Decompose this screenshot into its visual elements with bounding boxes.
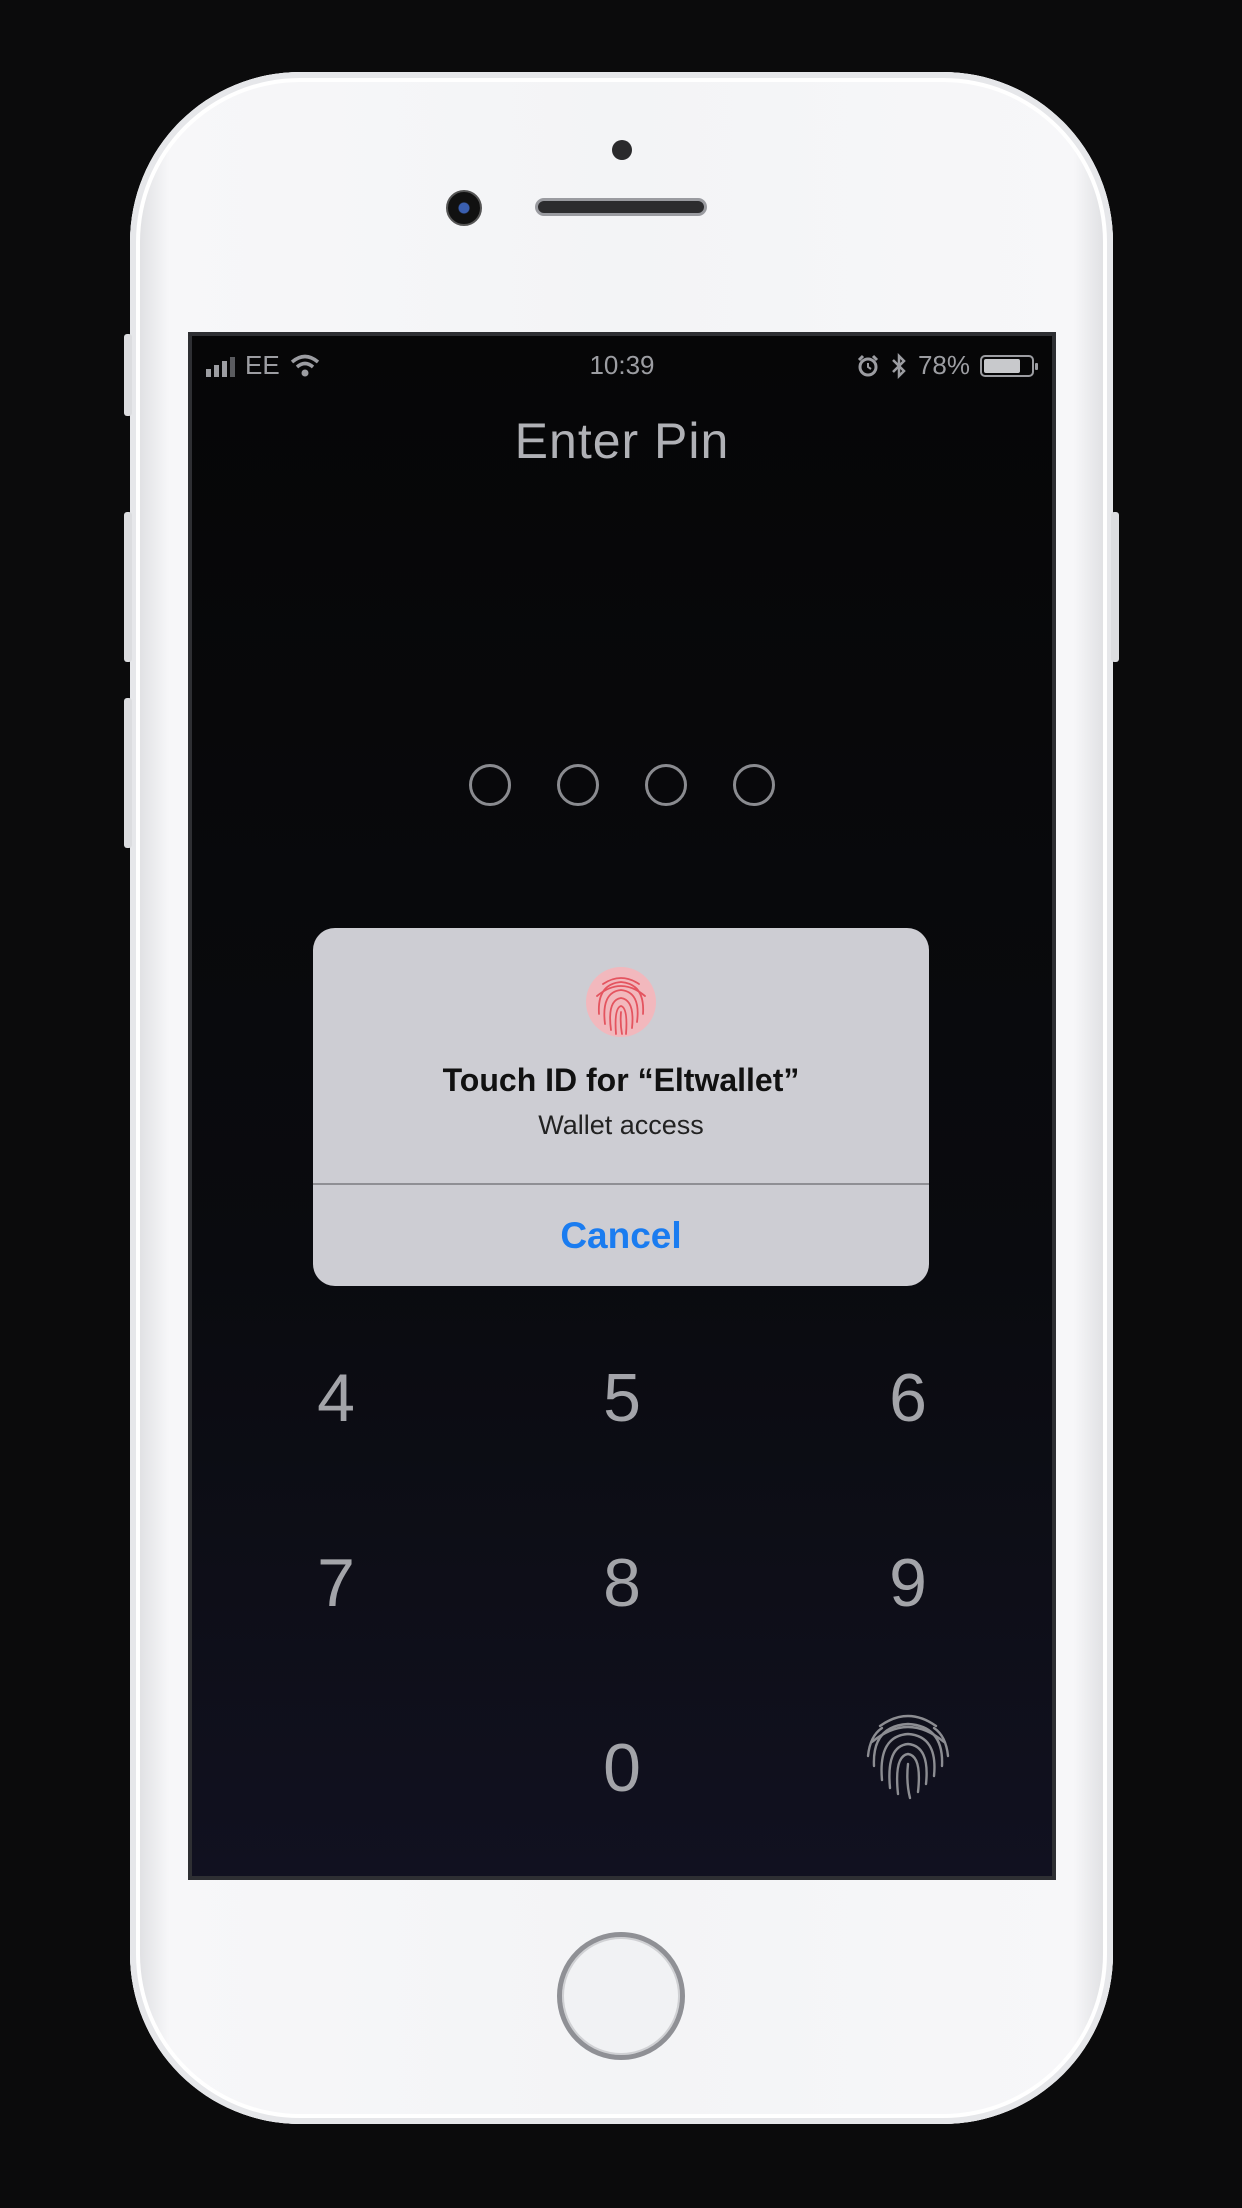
volume-up-button — [124, 512, 132, 662]
pin-indicator — [192, 764, 1052, 806]
pin-dot — [469, 764, 511, 806]
key-8[interactable]: 8 — [562, 1533, 682, 1633]
cancel-button[interactable]: Cancel — [313, 1185, 929, 1286]
pin-dot — [733, 764, 775, 806]
battery-icon — [980, 354, 1038, 377]
home-button[interactable] — [557, 1932, 685, 2060]
key-5[interactable]: 5 — [562, 1348, 682, 1448]
pin-dot — [645, 764, 687, 806]
touch-id-alert: Touch ID for “Eltwallet” Wallet access C… — [313, 928, 929, 1286]
volume-down-button — [124, 698, 132, 848]
mute-switch — [124, 334, 132, 416]
power-button — [1111, 512, 1119, 662]
alert-title: Touch ID for “Eltwallet” — [442, 1062, 800, 1098]
fingerprint-icon[interactable] — [860, 1706, 956, 1802]
key-7[interactable]: 7 — [276, 1533, 396, 1633]
alarm-icon — [857, 354, 879, 376]
front-camera — [446, 190, 482, 226]
status-bar: EE 10:39 78% — [192, 336, 1052, 396]
earpiece-speaker — [535, 198, 707, 216]
alert-message: Wallet access — [538, 1110, 704, 1140]
fingerprint-icon — [586, 967, 656, 1037]
proximity-sensor — [612, 140, 632, 160]
battery-percent: 78% — [917, 350, 970, 380]
status-right: 78% — [856, 350, 1038, 381]
page-title: Enter Pin — [514, 413, 730, 469]
key-6[interactable]: 6 — [848, 1348, 968, 1448]
pin-dot — [557, 764, 599, 806]
key-9[interactable]: 9 — [848, 1533, 968, 1633]
key-0[interactable]: 0 — [562, 1718, 682, 1818]
bluetooth-icon — [892, 352, 906, 379]
key-4[interactable]: 4 — [276, 1348, 396, 1448]
